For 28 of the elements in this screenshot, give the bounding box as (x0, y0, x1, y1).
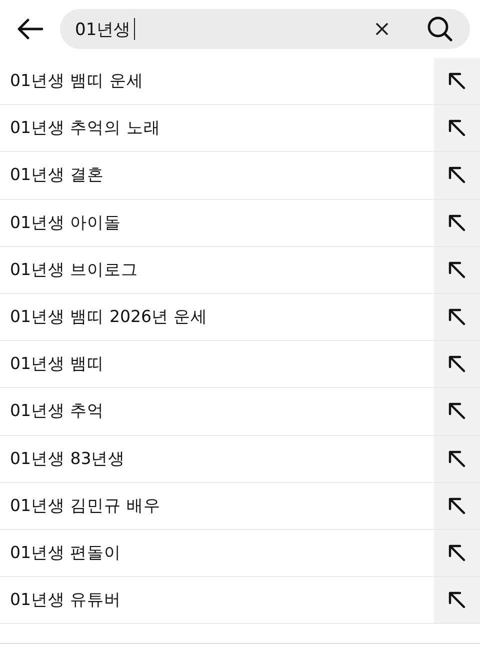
suggestion-item[interactable]: 01년생 아이돌 (0, 212, 434, 234)
diagonal-arrow-icon[interactable] (448, 591, 466, 610)
suggestion-item[interactable]: 01년생 편돌이 (0, 542, 434, 564)
diagonal-arrow-icon[interactable] (448, 214, 466, 232)
clear-icon[interactable] (376, 23, 388, 35)
diagonal-arrow-icon[interactable] (448, 308, 466, 326)
diagonal-arrow-icon[interactable] (448, 544, 466, 562)
suggestion-item[interactable]: 01년생 유튜버 (0, 589, 434, 612)
suggestion-item[interactable]: 01년생 김민규 배우 (0, 494, 434, 517)
suggestion-item[interactable]: 01년생 추억의 노래 (0, 117, 434, 140)
diagonal-arrow-icon[interactable] (448, 450, 466, 468)
suggestion-item[interactable]: 01년생 추억 (0, 400, 434, 422)
back-arrow-icon[interactable] (17, 18, 43, 40)
suggestion-item[interactable]: 01년생 뱀띠 2026년 운세 (0, 306, 434, 328)
search-icon[interactable] (427, 16, 453, 42)
suggestion-item[interactable]: 01년생 뱀띠 (0, 353, 434, 376)
suggestion-item[interactable]: 01년생 83년생 (0, 448, 434, 470)
diagonal-arrow-icon[interactable] (448, 355, 466, 374)
suggestion-item[interactable]: 01년생 브이로그 (0, 258, 434, 281)
suggestion-item[interactable]: 01년생 뱀띠 운세 (0, 70, 434, 92)
diagonal-arrow-icon[interactable] (448, 496, 466, 515)
search-field[interactable]: 01년생 (60, 9, 470, 49)
diagonal-arrow-icon[interactable] (448, 72, 466, 90)
diagonal-arrow-icon[interactable] (448, 166, 466, 184)
diagonal-arrow-icon[interactable] (448, 402, 466, 420)
suggestion-item[interactable]: 01년생 결혼 (0, 164, 434, 186)
diagonal-arrow-icon[interactable] (448, 119, 466, 138)
diagonal-arrow-icon[interactable] (448, 260, 466, 279)
